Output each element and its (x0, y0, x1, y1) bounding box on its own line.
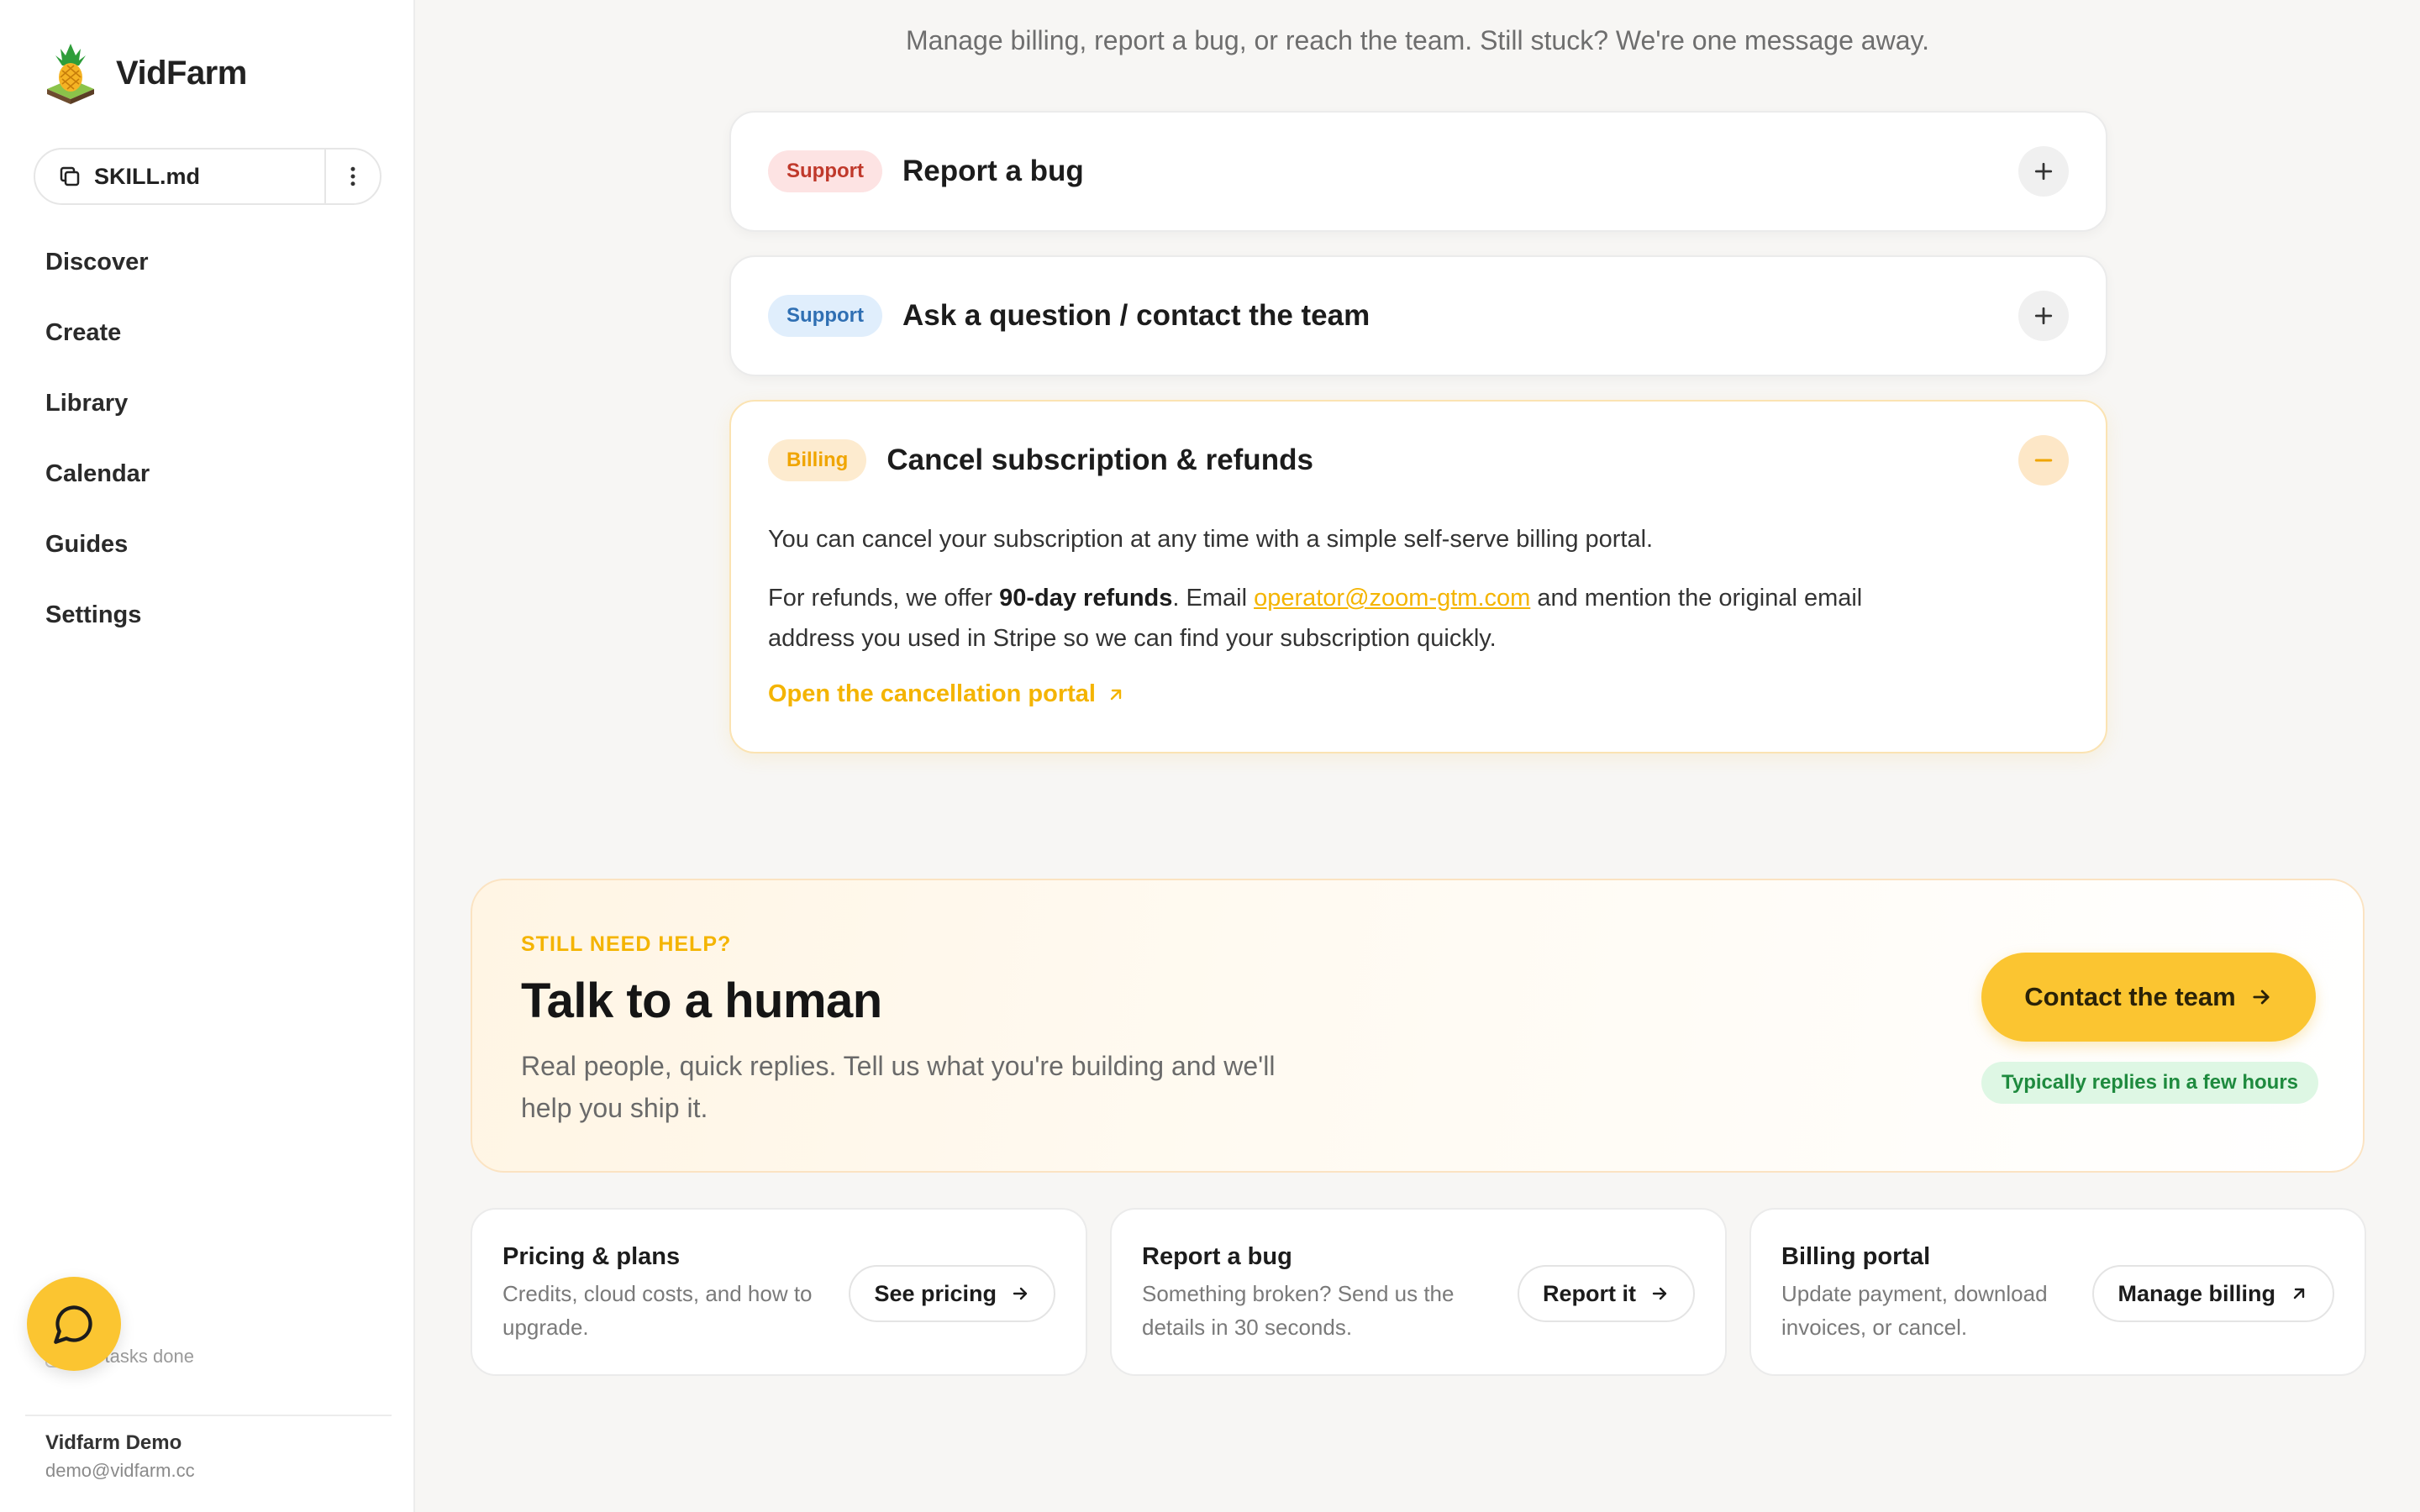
support-tag: Support (768, 150, 882, 192)
arrow-right-icon (1652, 1287, 1667, 1300)
support-email-link[interactable]: operator@zoom-gtm.com (1254, 585, 1530, 612)
card-title: Pricing & plans (502, 1243, 681, 1270)
report-bug-card: Report a bug Something broken? Send us t… (1110, 1208, 1727, 1376)
more-vertical-icon (350, 166, 355, 186)
faq-header[interactable]: Billing Cancel subscription & refunds (731, 402, 2106, 519)
manage-billing-button[interactable]: Manage billing (2092, 1265, 2334, 1322)
brand-name: VidFarm (116, 54, 247, 92)
sidebar: VidFarm SKILL.md Discover Create Library… (0, 0, 415, 1512)
faq-title: Ask a question / contact the team (902, 299, 1370, 332)
sidebar-item-calendar[interactable]: Calendar (45, 452, 150, 522)
card-description: Credits, cloud costs, and how to upgrade… (502, 1281, 813, 1340)
page-subtitle: Manage billing, report a bug, or reach t… (906, 25, 1929, 55)
card-title: Report a bug (1142, 1243, 1292, 1270)
arrow-right-icon (2253, 990, 2270, 1005)
skill-file-label: SKILL.md (94, 163, 200, 189)
user-name[interactable]: Vidfarm Demo (45, 1431, 182, 1455)
skill-file-pill: SKILL.md (34, 148, 381, 205)
see-pricing-button[interactable]: See pricing (849, 1265, 1055, 1322)
pricing-card: Pricing & plans Credits, cloud costs, an… (471, 1208, 1087, 1376)
cta-title: Talk to a human (521, 974, 882, 1028)
sidebar-item-discover[interactable]: Discover (45, 240, 150, 311)
faq-title: Report a bug (902, 155, 1084, 187)
skill-file-button[interactable]: SKILL.md (35, 150, 326, 203)
skill-more-button[interactable] (326, 150, 380, 203)
faq-body: You can cancel your subscription at any … (731, 519, 2106, 752)
cta-eyebrow: STILL NEED HELP? (521, 932, 732, 956)
support-tag: Support (768, 295, 882, 337)
cta-text: Real people, quick replies. Tell us what… (521, 1051, 1276, 1123)
sidebar-item-library[interactable]: Library (45, 381, 150, 452)
card-description: Something broken? Send us the details in… (1142, 1281, 1455, 1340)
faq-body-text: You can cancel your subscription at any … (768, 526, 1654, 553)
external-link-icon (2293, 1288, 2305, 1299)
user-email: demo@vidfarm.cc (45, 1460, 195, 1481)
minus-icon (2034, 459, 2053, 462)
collapse-button[interactable] (2018, 435, 2069, 486)
expand-button[interactable] (2018, 146, 2069, 197)
faq-header[interactable]: Support Report a bug (731, 113, 2106, 230)
sidebar-nav: Discover Create Library Calendar Guides … (45, 240, 150, 664)
plus-icon (2034, 162, 2053, 181)
chat-button[interactable] (27, 1277, 121, 1371)
reply-time-badge: Typically replies in a few hours (1981, 1062, 2319, 1104)
refund-period: 90-day refunds (999, 585, 1173, 612)
card-description: Update payment, download invoices, or ca… (1781, 1281, 2048, 1340)
external-link-icon (1110, 689, 1122, 700)
sidebar-item-create[interactable]: Create (45, 311, 150, 381)
sidebar-item-settings[interactable]: Settings (45, 593, 150, 664)
cancellation-portal-link[interactable]: Open the cancellation portal (768, 680, 1126, 708)
plus-icon (2034, 307, 2053, 325)
faq-item-report-bug[interactable]: Support Report a bug (729, 111, 2107, 232)
billing-tag: Billing (768, 439, 867, 481)
faq-header[interactable]: Support Ask a question / contact the tea… (731, 257, 2106, 375)
card-title: Billing portal (1781, 1243, 1931, 1270)
faq-title: Cancel subscription & refunds (886, 444, 1313, 476)
contact-cta: STILL NEED HELP? Talk to a human Real pe… (471, 879, 2365, 1173)
faq-refund-text: For refunds, we offer 90-day refunds. Em… (768, 585, 1863, 652)
expand-button[interactable] (2018, 291, 2069, 341)
report-it-button[interactable]: Report it (1518, 1265, 1695, 1322)
faq-item-cancel-subscription[interactable]: Billing Cancel subscription & refunds Yo… (729, 400, 2107, 753)
arrow-right-icon (1013, 1287, 1028, 1300)
sidebar-item-guides[interactable]: Guides (45, 522, 150, 593)
copy-icon (60, 166, 80, 186)
user-divider (25, 1415, 392, 1416)
chat-bubble-icon (54, 1305, 92, 1344)
faq-item-ask-question[interactable]: Support Ask a question / contact the tea… (729, 255, 2107, 376)
billing-portal-card: Billing portal Update payment, download … (1749, 1208, 2366, 1376)
contact-team-button[interactable]: Contact the team (1981, 953, 2316, 1042)
